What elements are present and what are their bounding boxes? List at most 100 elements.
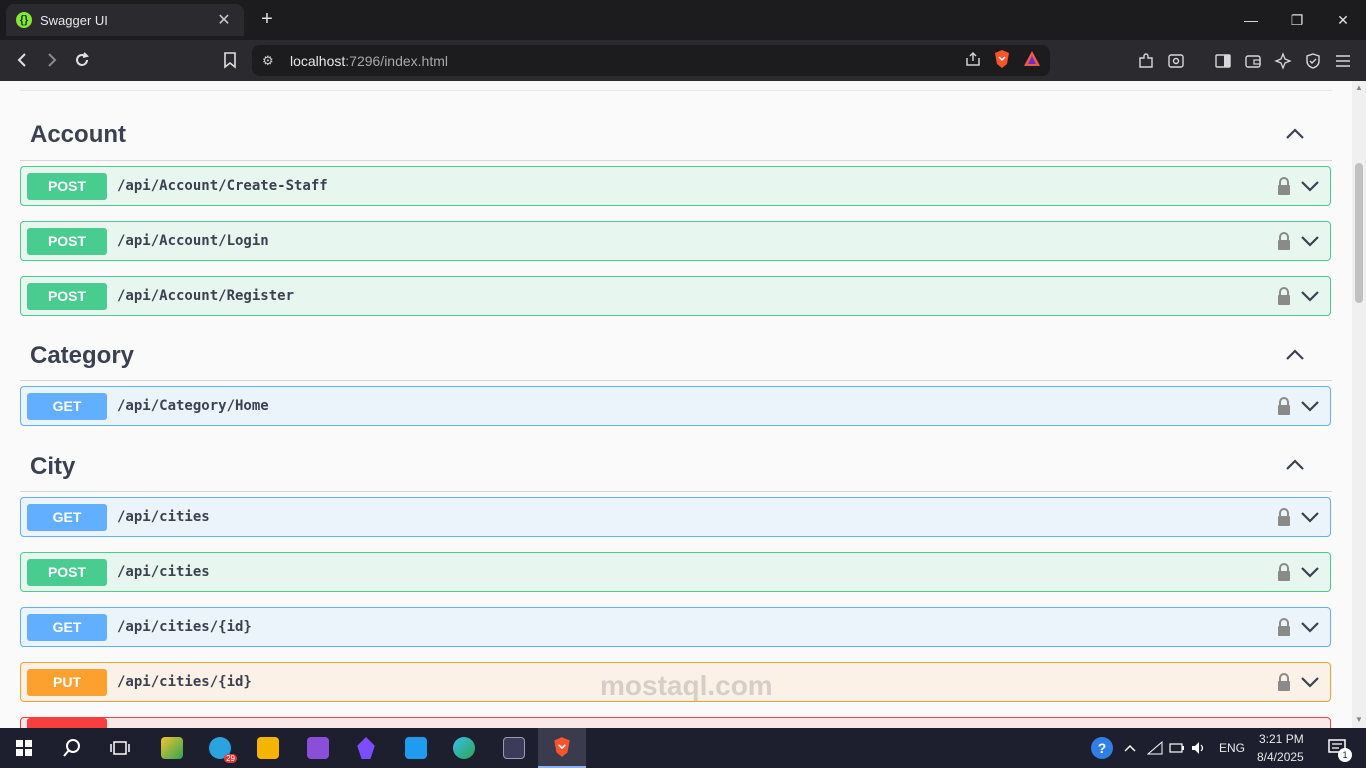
taskbar-app-terminal[interactable]	[490, 728, 538, 768]
language-indicator[interactable]: ENG	[1219, 741, 1245, 755]
lock-icon[interactable]	[1276, 176, 1292, 196]
chevron-down-icon[interactable]	[1300, 563, 1320, 581]
clock-date[interactable]: 8/4/2025	[1257, 750, 1304, 764]
site-info-icon[interactable]: ⚙	[262, 53, 282, 69]
task-view-button[interactable]	[96, 728, 144, 768]
bookmark-button[interactable]	[216, 46, 244, 74]
brave-shields-icon[interactable]	[992, 49, 1012, 69]
swagger-page: Account POST /api/Account/Create-Staff P…	[0, 81, 1352, 728]
taskbar-app-explorer[interactable]	[244, 728, 292, 768]
vscode-icon	[405, 737, 427, 759]
show-hidden-icons-button[interactable]	[1118, 728, 1142, 768]
section-divider	[20, 380, 1332, 381]
operation-post-login[interactable]: POST /api/Account/Login	[20, 221, 1331, 261]
lock-icon[interactable]	[1276, 396, 1292, 416]
lock-icon[interactable]	[1276, 562, 1292, 582]
operation-path: /api/Account/Create-Staff	[117, 178, 328, 194]
reload-button[interactable]	[68, 46, 96, 74]
lock-icon[interactable]	[1276, 617, 1292, 637]
terminal-icon	[503, 737, 525, 759]
operation-delete-partial[interactable]	[20, 717, 1331, 728]
bookmark-icon	[224, 52, 236, 69]
scroll-down-arrow-icon[interactable]: ▼	[1355, 715, 1363, 724]
sidebar-toggle-icon[interactable]	[1211, 49, 1235, 73]
method-badge-delete	[27, 717, 107, 728]
chevron-down-icon[interactable]	[1300, 287, 1320, 305]
chevron-down-icon[interactable]	[1300, 397, 1320, 415]
wallet-icon[interactable]	[1241, 49, 1265, 73]
maximize-button[interactable]: ❐	[1274, 0, 1320, 40]
chevron-down-icon[interactable]	[1300, 673, 1320, 691]
section-divider	[20, 160, 1332, 161]
page-scrollbar[interactable]: ▲ ▼	[1352, 81, 1366, 728]
scrollbar-thumb[interactable]	[1355, 163, 1363, 303]
back-button[interactable]	[8, 46, 36, 74]
taskbar-app-visual-studio[interactable]	[294, 728, 342, 768]
method-badge: PUT	[27, 668, 107, 696]
edge-icon	[453, 737, 475, 759]
new-tab-button[interactable]: +	[256, 8, 278, 30]
taskbar-app-vscode[interactable]	[392, 728, 440, 768]
minimize-button[interactable]: —	[1228, 0, 1274, 40]
operation-get-city-by-id[interactable]: GET /api/cities/{id}	[20, 607, 1331, 647]
speaker-icon	[1192, 742, 1204, 754]
windows-taskbar: 29 ? ENG 3:21 PM 8/4/2025 1	[0, 728, 1366, 768]
chevron-down-icon[interactable]	[1300, 618, 1320, 636]
vpn-icon[interactable]	[1301, 49, 1325, 73]
search-button[interactable]	[48, 728, 96, 768]
operation-post-create-staff[interactable]: POST /api/Account/Create-Staff	[20, 166, 1331, 206]
start-button[interactable]	[0, 728, 48, 768]
clock-time[interactable]: 3:21 PM	[1259, 732, 1304, 746]
network-tray-icon[interactable]	[1144, 728, 1166, 768]
scroll-up-arrow-icon[interactable]: ▲	[1355, 83, 1363, 92]
battery-icon	[1169, 743, 1184, 753]
taskbar-app-telegram[interactable]: 29	[196, 728, 244, 768]
collapse-account-icon[interactable]	[1284, 123, 1306, 145]
lock-icon[interactable]	[1276, 231, 1292, 251]
operation-post-register[interactable]: POST /api/Account/Register	[20, 276, 1331, 316]
address-bar[interactable]: ⚙ localhost:7296/index.html	[252, 45, 1050, 76]
chevron-down-icon[interactable]	[1300, 177, 1320, 195]
obsidian-icon	[357, 737, 375, 759]
method-badge: POST	[27, 282, 107, 310]
reading-list-icon[interactable]	[1164, 49, 1188, 73]
lock-icon[interactable]	[1276, 672, 1292, 692]
method-badge: POST	[27, 558, 107, 586]
chevron-down-icon[interactable]	[1300, 232, 1320, 250]
telegram-icon: 29	[209, 737, 237, 763]
chevron-down-icon[interactable]	[1300, 508, 1320, 526]
forward-button[interactable]	[38, 46, 66, 74]
taskbar-app-snipping[interactable]	[148, 728, 196, 768]
chevron-up-icon	[1124, 744, 1136, 752]
extensions-icon[interactable]	[1134, 49, 1158, 73]
operation-post-cities[interactable]: POST /api/cities	[20, 552, 1331, 592]
operation-get-cities[interactable]: GET /api/cities	[20, 497, 1331, 537]
brave-rewards-icon[interactable]	[1022, 49, 1042, 69]
section-title-city[interactable]: City	[30, 453, 75, 481]
section-title-category[interactable]: Category	[30, 342, 134, 370]
notification-center-button[interactable]: 1	[1318, 728, 1358, 768]
taskbar-app-edge[interactable]	[440, 728, 488, 768]
browser-tab[interactable]: {} Swagger UI ✕	[6, 4, 244, 36]
operation-path: /api/Category/Home	[117, 398, 269, 414]
taskbar-app-brave[interactable]	[538, 728, 586, 768]
tab-strip: {} Swagger UI ✕ + — ❐ ✕	[0, 0, 1366, 40]
address-bar-actions	[964, 49, 1042, 69]
menu-icon[interactable]	[1331, 49, 1355, 73]
lock-icon[interactable]	[1276, 507, 1292, 527]
taskbar-app-obsidian[interactable]	[342, 728, 390, 768]
method-badge: POST	[27, 172, 107, 200]
volume-tray-icon[interactable]	[1188, 728, 1210, 768]
operation-path: /api/cities/{id}	[117, 674, 252, 690]
tab-close-icon[interactable]: ✕	[214, 10, 234, 30]
operation-get-category-home[interactable]: GET /api/Category/Home	[20, 386, 1331, 426]
task-view-icon	[110, 741, 130, 755]
lock-icon[interactable]	[1276, 286, 1292, 306]
section-title-account[interactable]: Account	[30, 121, 126, 149]
battery-tray-icon[interactable]	[1166, 728, 1188, 768]
close-window-button[interactable]: ✕	[1320, 0, 1366, 40]
share-icon[interactable]	[964, 50, 982, 68]
leo-ai-icon[interactable]	[1271, 49, 1295, 73]
collapse-category-icon[interactable]	[1284, 344, 1306, 366]
collapse-city-icon[interactable]	[1284, 454, 1306, 476]
